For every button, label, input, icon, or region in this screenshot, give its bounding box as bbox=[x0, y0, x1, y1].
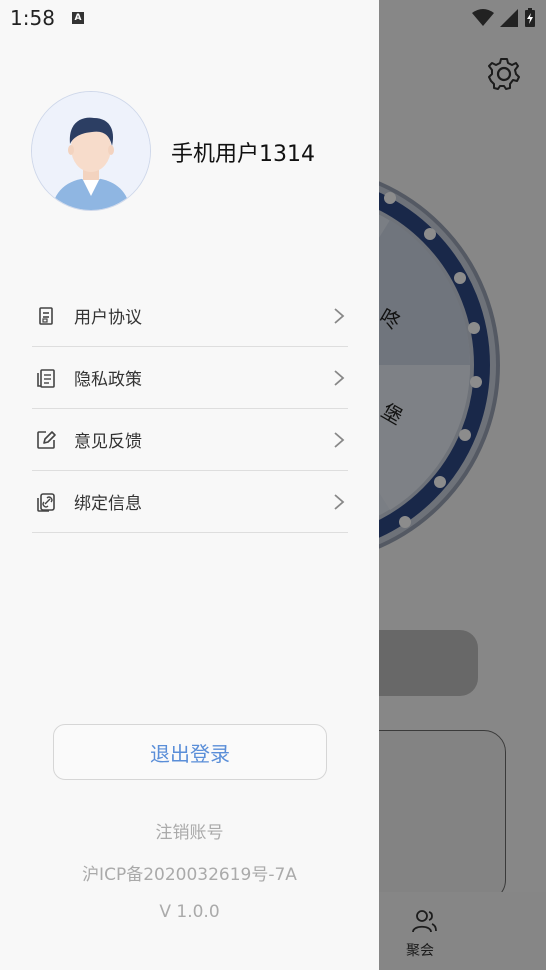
chevron-right-icon bbox=[334, 431, 345, 448]
avatar[interactable] bbox=[31, 91, 151, 211]
menu-label: 绑定信息 bbox=[74, 494, 142, 514]
menu-item-user-agreement[interactable]: 用户协议 bbox=[32, 285, 348, 347]
username[interactable]: 手机用户1314 bbox=[171, 136, 315, 168]
link-icon bbox=[34, 490, 58, 514]
side-drawer: 手机用户1314 用户协议 隐私政策 意见反馈 绑定信息 退出登录 注销账号 沪… bbox=[0, 0, 379, 970]
menu-label: 用户协议 bbox=[74, 308, 142, 328]
document-icon bbox=[34, 304, 58, 328]
menu-label: 隐私政策 bbox=[74, 370, 142, 390]
chevron-right-icon bbox=[334, 493, 345, 510]
logout-button[interactable]: 退出登录 bbox=[53, 724, 327, 780]
status-bar: 1:58 A bbox=[0, 0, 546, 36]
chevron-right-icon bbox=[334, 369, 345, 386]
menu-item-privacy-policy[interactable]: 隐私政策 bbox=[32, 347, 348, 409]
menu-item-binding-info[interactable]: 绑定信息 bbox=[32, 471, 348, 533]
cancel-account-link[interactable]: 注销账号 bbox=[0, 818, 379, 843]
signal-icon bbox=[500, 9, 518, 27]
drawer-menu: 用户协议 隐私政策 意见反馈 绑定信息 bbox=[32, 285, 348, 533]
icp-text: 沪ICP备2020032619号-7A bbox=[82, 865, 297, 885]
version-text: V 1.0.0 bbox=[159, 902, 220, 922]
menu-item-feedback[interactable]: 意见反馈 bbox=[32, 409, 348, 471]
avatar-illustration bbox=[32, 92, 150, 210]
notification-icon: A bbox=[72, 12, 84, 24]
status-time: 1:58 bbox=[10, 6, 55, 30]
battery-icon bbox=[525, 8, 535, 27]
edit-icon bbox=[34, 428, 58, 452]
chevron-right-icon bbox=[334, 307, 345, 324]
status-icons bbox=[472, 8, 536, 28]
pages-icon bbox=[34, 366, 58, 390]
wifi-icon bbox=[472, 9, 494, 26]
menu-label: 意见反馈 bbox=[74, 432, 142, 452]
